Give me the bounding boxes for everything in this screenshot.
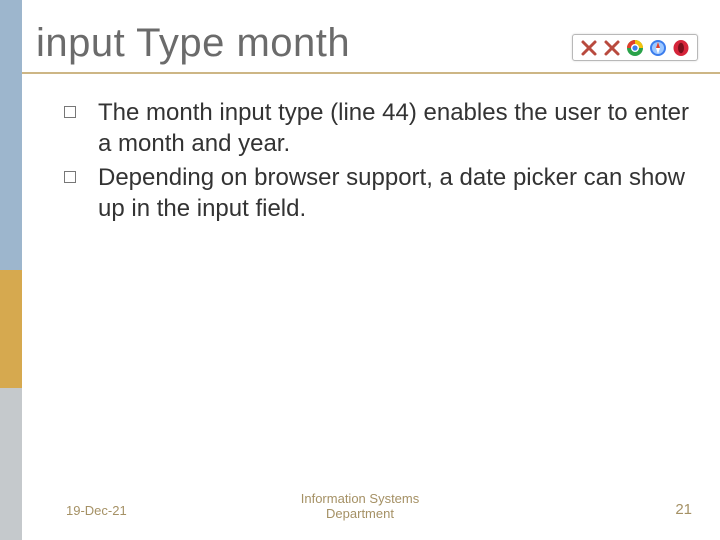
slide-body: The month input type (line 44) enables t… bbox=[60, 98, 692, 229]
slide-title: input Type month bbox=[36, 22, 350, 64]
footer-department-text: Information SystemsDepartment bbox=[301, 491, 420, 521]
list-item: Depending on browser support, a date pic… bbox=[60, 163, 692, 224]
title-underline bbox=[22, 72, 720, 74]
opera-icon bbox=[672, 39, 690, 57]
footer-date: 19-Dec-21 bbox=[66, 503, 127, 518]
sidebar-stripe-grey bbox=[0, 388, 22, 540]
slide-sidebar bbox=[0, 0, 22, 540]
browser-support-badge bbox=[572, 34, 698, 61]
list-item: The month input type (line 44) enables t… bbox=[60, 98, 692, 159]
bullet-square-icon bbox=[64, 171, 76, 183]
slide-number: 21 bbox=[675, 501, 692, 518]
ie-icon bbox=[580, 39, 598, 57]
firefox-icon bbox=[603, 39, 621, 57]
chrome-icon bbox=[626, 39, 644, 57]
sidebar-stripe-gold bbox=[0, 270, 22, 388]
bullet-text: The month input type (line 44) enables t… bbox=[98, 99, 689, 157]
sidebar-stripe-blue bbox=[0, 0, 22, 270]
bullet-square-icon bbox=[64, 106, 76, 118]
bullet-text: Depending on browser support, a date pic… bbox=[98, 164, 685, 222]
safari-icon bbox=[649, 39, 667, 57]
